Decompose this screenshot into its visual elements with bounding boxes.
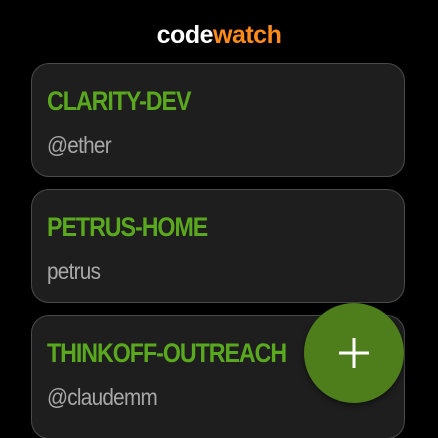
account-card-clarity-dev[interactable]: CLARITY-DEV @ether bbox=[31, 63, 405, 177]
plus-icon bbox=[339, 338, 369, 368]
account-name: CLARITY-DEV bbox=[47, 86, 191, 116]
watch-screen: codewatch CLARITY-DEV @ether PETRUS-HOME… bbox=[0, 0, 438, 438]
account-user: @claudemm bbox=[47, 384, 158, 410]
account-user: @ether bbox=[47, 132, 112, 158]
app-title-watch: watch bbox=[213, 21, 282, 49]
account-name: PETRUS-HOME bbox=[47, 212, 208, 242]
app-title: codewatch bbox=[0, 18, 438, 52]
account-name: THINKOFF-OUTREACH bbox=[47, 338, 287, 368]
account-user: petrus bbox=[47, 258, 101, 284]
add-account-button[interactable] bbox=[304, 303, 404, 403]
account-card-petrus-home[interactable]: PETRUS-HOME petrus bbox=[31, 189, 405, 303]
app-title-code: code bbox=[156, 21, 214, 49]
